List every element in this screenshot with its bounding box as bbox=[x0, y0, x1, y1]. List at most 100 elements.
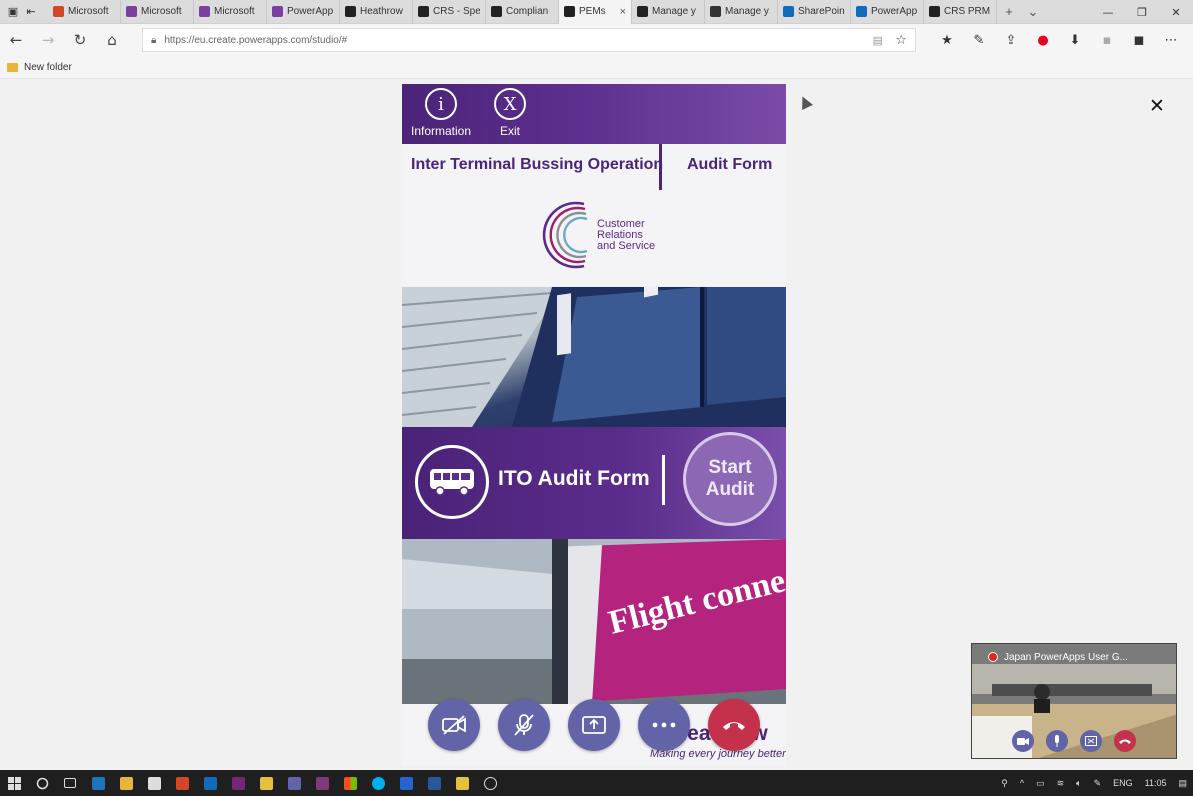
forward-button[interactable]: → bbox=[32, 24, 64, 56]
tab-strip-left-controls: ▣ ⇤ bbox=[0, 5, 48, 19]
info-icon: i bbox=[425, 88, 457, 120]
taskbar-word[interactable] bbox=[420, 770, 448, 796]
display-icon[interactable]: ▭ bbox=[1030, 778, 1051, 789]
share-screen-button[interactable] bbox=[568, 699, 620, 751]
camera-off-button[interactable] bbox=[428, 699, 480, 751]
web-note-icon[interactable]: ✎ bbox=[963, 24, 995, 56]
back-button[interactable]: ← bbox=[0, 24, 32, 56]
browser-tab[interactable]: CRS PRM bbox=[924, 0, 997, 24]
minimize-button[interactable]: — bbox=[1091, 0, 1125, 24]
todo-icon bbox=[399, 776, 413, 790]
pen-icon[interactable]: ✎ bbox=[1088, 778, 1108, 789]
hang-up-button[interactable] bbox=[708, 699, 760, 751]
browser-tab[interactable]: PowerApp bbox=[851, 0, 924, 24]
mini-hang-up-button[interactable] bbox=[1114, 730, 1136, 752]
sticky-notes-icon bbox=[455, 776, 469, 790]
set-tabs-aside-icon[interactable]: ⇤ bbox=[24, 5, 38, 19]
browser-tab[interactable]: Manage y bbox=[632, 0, 705, 24]
taskbar-onenote[interactable] bbox=[308, 770, 336, 796]
taskbar-todo[interactable] bbox=[392, 770, 420, 796]
tab-favicon-icon bbox=[272, 6, 283, 17]
start-audit-button[interactable]: Start Audit bbox=[683, 432, 777, 526]
taskbar-outlook[interactable] bbox=[196, 770, 224, 796]
start-button[interactable] bbox=[0, 770, 28, 796]
tab-title: PowerApp bbox=[287, 6, 334, 17]
taskbar-sticky-notes[interactable] bbox=[252, 770, 280, 796]
taskbar-teams[interactable] bbox=[280, 770, 308, 796]
mini-camera-button[interactable] bbox=[1012, 730, 1034, 752]
close-preview-icon[interactable]: ✕ bbox=[1147, 95, 1167, 117]
taskbar-powerpoint[interactable] bbox=[168, 770, 196, 796]
tab-favicon-icon bbox=[418, 6, 429, 17]
people-icon[interactable]: ⚲ bbox=[995, 778, 1014, 789]
restore-button[interactable]: ❐ bbox=[1125, 0, 1159, 24]
taskbar-office[interactable] bbox=[336, 770, 364, 796]
browser-tab[interactable]: CRS - Spe bbox=[413, 0, 486, 24]
address-url[interactable]: https://eu.create.powerapps.com/studio/# bbox=[164, 35, 347, 46]
exit-button[interactable]: X Exit bbox=[490, 88, 530, 138]
extension-icon[interactable]: ▪ bbox=[1091, 24, 1123, 56]
tab-title: Microsoft bbox=[141, 6, 182, 17]
mini-share-button[interactable] bbox=[1080, 730, 1102, 752]
new-tab-button[interactable]: + bbox=[997, 0, 1021, 24]
browser-tab[interactable]: SharePoin bbox=[778, 0, 851, 24]
tab-list-chevron-icon[interactable]: ⌄ bbox=[1021, 0, 1045, 24]
home-button[interactable]: ⌂ bbox=[96, 24, 128, 56]
taskbar-sticky-notes-2[interactable] bbox=[448, 770, 476, 796]
volume-icon[interactable]: 🔈︎ bbox=[1070, 778, 1087, 789]
cortana-button[interactable] bbox=[28, 770, 56, 796]
download-extension-icon[interactable]: ⬇ bbox=[1059, 24, 1091, 56]
browser-nav-bar: ← → ↻ ⌂ 🔒︎ https://eu.create.powerapps.c… bbox=[0, 24, 1193, 56]
browser-tab[interactable]: Heathrow bbox=[340, 0, 413, 24]
tab-actions-icon[interactable]: ▣ bbox=[6, 5, 20, 19]
favorites-hub-icon[interactable]: ★ bbox=[931, 24, 963, 56]
favorites-bar: New folder bbox=[0, 56, 1193, 79]
tab-close-icon[interactable]: × bbox=[620, 6, 626, 18]
meeting-mini-window[interactable]: Japan PowerApps User G... bbox=[971, 643, 1177, 759]
tab-title: Microsoft bbox=[68, 6, 109, 17]
pinterest-extension-icon[interactable]: ● bbox=[1027, 24, 1059, 56]
app-title-bar: Inter Terminal Bussing Operation Audit F… bbox=[402, 144, 786, 190]
action-center-icon[interactable]: ▤ bbox=[1172, 778, 1193, 789]
store-icon bbox=[147, 776, 161, 790]
address-bar[interactable]: 🔒︎ https://eu.create.powerapps.com/studi… bbox=[142, 28, 916, 52]
browser-tab[interactable]: Complian bbox=[486, 0, 559, 24]
tray-overflow-chevron-icon[interactable]: ^ bbox=[1014, 778, 1030, 788]
taskbar-explorer[interactable] bbox=[112, 770, 140, 796]
browser-tab[interactable]: Manage y bbox=[705, 0, 778, 24]
screen: ▣ ⇤ Microsoft Microsoft Microsoft PowerApp H… bbox=[0, 0, 1193, 796]
camera-off-icon bbox=[442, 715, 466, 735]
clock[interactable]: 11:05 bbox=[1139, 778, 1173, 788]
task-view-button[interactable] bbox=[56, 770, 84, 796]
wifi-icon[interactable]: ≋ bbox=[1051, 778, 1071, 789]
close-window-button[interactable]: ✕ bbox=[1159, 0, 1193, 24]
amazon-extension-icon[interactable]: ◼ bbox=[1123, 24, 1155, 56]
edge-icon bbox=[91, 776, 105, 790]
browser-tab[interactable]: PowerApp bbox=[267, 0, 340, 24]
app-header: i Information X Exit bbox=[402, 84, 786, 144]
taskbar-edge[interactable] bbox=[84, 770, 112, 796]
taskbar-skype[interactable] bbox=[364, 770, 392, 796]
bus-icon bbox=[415, 445, 489, 519]
favorite-star-icon[interactable]: ☆ bbox=[895, 33, 907, 48]
taskbar-powerapps[interactable] bbox=[224, 770, 252, 796]
more-actions-button[interactable] bbox=[638, 699, 690, 751]
favorite-folder-new-folder[interactable]: New folder bbox=[24, 62, 72, 73]
refresh-button[interactable]: ↻ bbox=[64, 24, 96, 56]
tab-favicon-icon bbox=[53, 6, 64, 17]
mute-button[interactable] bbox=[498, 699, 550, 751]
browser-tab[interactable]: Microsoft bbox=[48, 0, 121, 24]
share-icon[interactable]: ⇪ bbox=[995, 24, 1027, 56]
more-icon bbox=[652, 722, 676, 728]
reading-view-icon[interactable]: ▤ bbox=[873, 34, 883, 47]
language-indicator[interactable]: ENG bbox=[1107, 778, 1139, 788]
browser-tab[interactable]: Microsoft bbox=[121, 0, 194, 24]
tab-title: Complian bbox=[506, 6, 549, 17]
taskbar-store[interactable] bbox=[140, 770, 168, 796]
taskbar-xbox[interactable] bbox=[476, 770, 504, 796]
more-menu-icon[interactable]: ⋯ bbox=[1155, 24, 1187, 56]
mini-mic-button[interactable] bbox=[1046, 730, 1068, 752]
information-button[interactable]: i Information bbox=[406, 88, 476, 138]
browser-tab[interactable]: Microsoft bbox=[194, 0, 267, 24]
browser-tab[interactable]: PEMs × bbox=[559, 0, 632, 24]
